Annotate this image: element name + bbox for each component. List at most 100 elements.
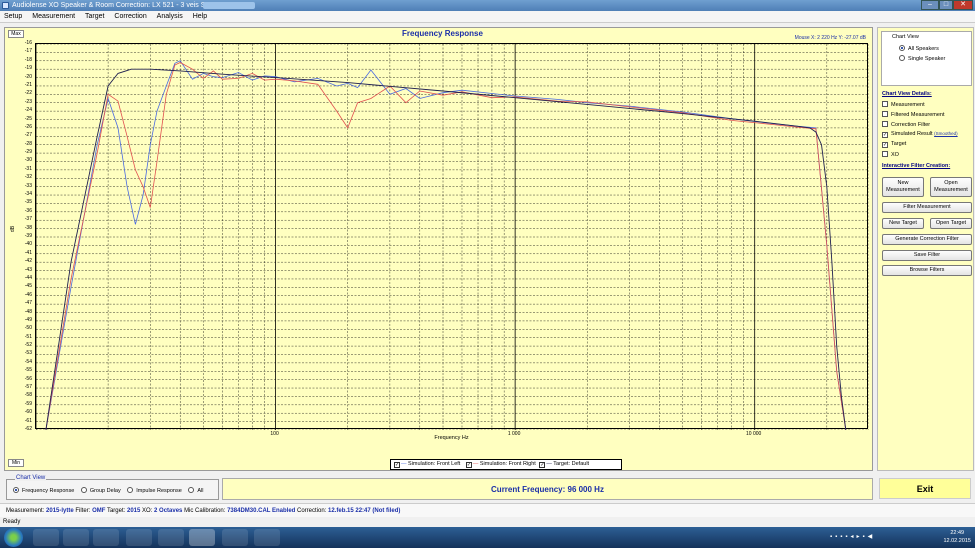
paint-icon[interactable] [254, 529, 280, 546]
save-filter-button[interactable]: Save Filter [882, 250, 972, 261]
y-tick-label: -50 [24, 325, 32, 332]
min-tag[interactable]: Min [8, 459, 24, 467]
chart-view-group: Chart View All Speakers Single Speaker [881, 31, 972, 86]
legend-checkbox-front-right[interactable]: ✓ [465, 462, 472, 468]
y-tick-label: -41 [24, 249, 32, 256]
app-icon-5[interactable] [158, 529, 184, 546]
browse-filters-button[interactable]: Browse Filters [882, 265, 972, 276]
checkbox-box [882, 151, 888, 157]
y-tick-label: -18 [24, 56, 32, 63]
radio-dot [188, 487, 195, 493]
checkbox-measurement[interactable]: Measurement [882, 101, 925, 108]
firefox-icon[interactable] [93, 529, 119, 546]
radio-all[interactable]: All [188, 487, 204, 494]
y-tick-label: -45 [24, 283, 32, 290]
new-target-button[interactable]: New Target [882, 218, 924, 229]
radio-all-speakers[interactable]: All Speakers [899, 45, 939, 52]
radio-single-speaker-label: Single Speaker [908, 56, 946, 62]
checkbox-box [882, 101, 888, 107]
y-tick-label: -24 [24, 107, 32, 114]
y-tick-label: -34 [24, 191, 32, 198]
radio-dot [899, 45, 905, 51]
radio-dot [899, 55, 905, 61]
checkbox-correction-filter-label: Correction Filter [891, 122, 931, 128]
y-tick-label: -35 [24, 199, 32, 206]
measurement-label: Measurement: [6, 508, 45, 514]
radio-impulse-response[interactable]: Impulse Response [127, 487, 182, 494]
menu-setup[interactable]: Setup [0, 11, 26, 23]
radio-all-label: All [197, 488, 204, 494]
y-tick-label: -33 [24, 182, 32, 189]
title-bar-tab [203, 2, 255, 9]
menu-correction[interactable]: Correction [110, 11, 150, 23]
menu-help[interactable]: Help [189, 11, 211, 23]
radio-dot [80, 487, 87, 493]
smoothed-link[interactable]: (Smoothed) [934, 131, 958, 136]
menu-analysis[interactable]: Analysis [153, 11, 187, 23]
y-tick-label: -16 [24, 40, 32, 46]
checkbox-filtered-measurement-label: Filtered Measurement [891, 112, 945, 118]
y-tick-label: -55 [24, 367, 32, 374]
radio-group-delay[interactable]: Group Delay [80, 487, 121, 494]
chart-view-type-label: Chart View [15, 475, 47, 481]
y-tick-label: -60 [24, 409, 32, 416]
checkbox-target-label: Target [891, 141, 907, 147]
y-tick-label: -23 [24, 98, 32, 105]
correction-label: Correction: [297, 508, 327, 514]
y-tick-label: -48 [24, 308, 32, 315]
y-tick-label: -37 [24, 216, 32, 223]
window-title: Audiolense XO Speaker & Room Correction:… [12, 2, 219, 9]
close-button[interactable]: ✕ [953, 0, 973, 10]
radio-dot [13, 487, 19, 493]
legend-front-left: Simulation: Front Left [408, 461, 461, 467]
clock-date: 12.02.2015 [943, 538, 971, 544]
y-tick-label: -38 [24, 224, 32, 231]
checkbox-simulated-result-label: Simulated Result [891, 131, 933, 137]
open-target-button[interactable]: Open Target [930, 218, 972, 229]
radio-frequency-response[interactable]: Frequency Response [13, 487, 74, 494]
y-tick-label: -59 [24, 400, 32, 407]
checkbox-target[interactable]: ✓ Target [882, 141, 906, 148]
y-tick-label: -52 [24, 342, 32, 349]
y-tick-label: -21 [24, 81, 32, 88]
generate-correction-filter-button[interactable]: Generate Correction Filter [882, 234, 972, 245]
xo-label: XO: [142, 508, 153, 514]
checkbox-simulated-result[interactable]: ✓ Simulated Result (Smoothed) [882, 131, 958, 138]
y-tick-label: -44 [24, 274, 32, 281]
chrome-icon[interactable] [126, 529, 152, 546]
open-measurement-button[interactable]: Open Measurement [930, 177, 972, 197]
y-tick-label: -58 [24, 392, 32, 399]
radio-single-speaker[interactable]: Single Speaker [899, 55, 945, 62]
filter-measurement-button[interactable]: Filter Measurement [882, 202, 972, 213]
max-tag[interactable]: Max [8, 30, 24, 38]
explorer-icon[interactable] [33, 529, 59, 546]
y-tick-label: -61 [24, 417, 32, 424]
audiolense-icon[interactable] [189, 529, 215, 546]
checkbox-xo[interactable]: XO [882, 151, 899, 158]
filter-creation-heading: Interactive Filter Creation: [882, 163, 951, 169]
radio-all-speakers-label: All Speakers [908, 46, 939, 52]
chart-panel: Max Frequency Response Mouse X: 2 220 Hz… [4, 27, 873, 471]
y-tick-label: -29 [24, 149, 32, 156]
y-tick-label: -30 [24, 157, 32, 164]
clock[interactable]: 22:49 12.02.2015 [943, 529, 971, 545]
new-measurement-button[interactable]: New Measurement [882, 177, 924, 197]
checkbox-correction-filter[interactable]: Correction Filter [882, 121, 930, 128]
menu-target[interactable]: Target [81, 11, 108, 23]
right-sidebar: Chart View All Speakers Single Speaker C… [877, 27, 974, 471]
menu-measurement[interactable]: Measurement [28, 11, 79, 23]
media-player-icon[interactable] [63, 529, 89, 546]
system-tray[interactable]: ▪▪▪▪◂▸▪◀ [830, 533, 920, 542]
frequency-response-plot[interactable] [35, 43, 870, 431]
exit-button[interactable]: Exit [879, 478, 971, 499]
checkbox-filtered-measurement[interactable]: Filtered Measurement [882, 111, 945, 118]
start-button[interactable] [4, 528, 23, 547]
legend-front-right-swatch: — [472, 461, 479, 467]
legend-checkbox-front-left[interactable]: ✓ [394, 462, 400, 468]
app-icon-7[interactable] [222, 529, 248, 546]
minimize-button[interactable]: – [921, 0, 939, 10]
maximize-button[interactable]: □ [939, 0, 953, 10]
info-bar: Measurement: 2015-lytte Filter: OMF Targ… [0, 503, 975, 517]
legend-checkbox-target[interactable]: ✓ [539, 462, 546, 468]
checkbox-box: ✓ [882, 132, 888, 138]
